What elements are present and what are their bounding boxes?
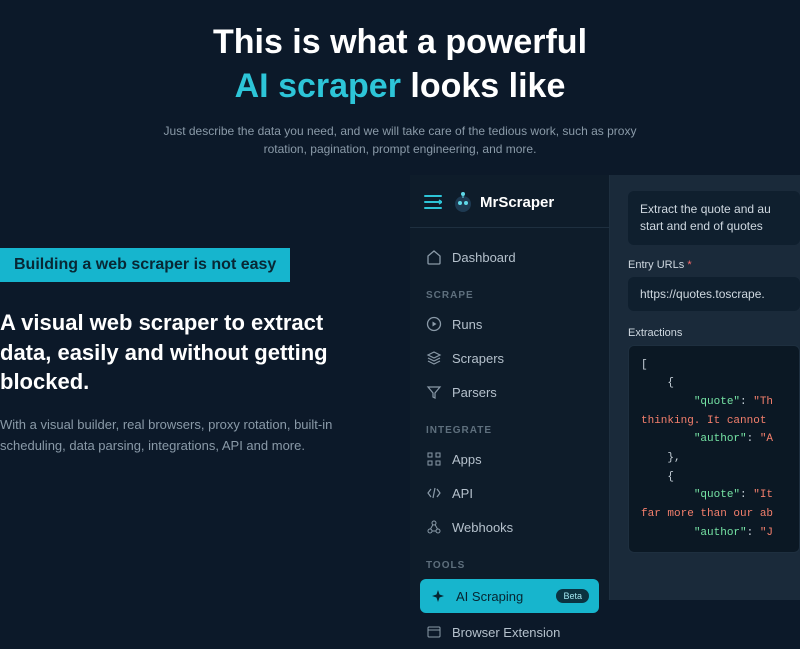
sparkle-icon <box>430 588 446 604</box>
marketing-paragraph: With a visual builder, real browsers, pr… <box>0 415 380 457</box>
marketing-left-panel: Building a web scraper is not easy A vis… <box>0 248 380 457</box>
filter-icon <box>426 384 442 400</box>
sidebar: MrScraper Dashboard SCRAPE Runs Scrapers <box>410 175 610 600</box>
sidebar-item-browser-extension[interactable]: Browser Extension <box>410 615 609 649</box>
play-circle-icon <box>426 316 442 332</box>
brand-name: MrScraper <box>480 194 554 211</box>
extractions-label: Extractions <box>628 327 800 339</box>
sidebar-item-webhooks[interactable]: Webhooks <box>410 510 609 544</box>
hero-title: This is what a powerful AI scraper looks… <box>0 0 800 108</box>
sidebar-item-scrapers[interactable]: Scrapers <box>410 341 609 375</box>
beta-badge: Beta <box>556 589 589 603</box>
sidebar-item-parsers[interactable]: Parsers <box>410 375 609 409</box>
marketing-heading: A visual web scraper to extract data, ea… <box>0 308 380 397</box>
sidebar-item-ai-scraping[interactable]: AI Scraping Beta <box>420 579 599 613</box>
sidebar-item-dashboard[interactable]: Dashboard <box>410 240 609 274</box>
sidebar-item-runs[interactable]: Runs <box>410 307 609 341</box>
hero-line2-tail: looks like <box>401 67 565 105</box>
sidebar-section-tools: TOOLS <box>410 544 609 577</box>
browser-icon <box>426 624 442 640</box>
sidebar-item-label: Runs <box>452 317 482 332</box>
code-icon <box>426 485 442 501</box>
brand-row: MrScraper <box>410 185 609 228</box>
menu-toggle-icon[interactable] <box>424 195 442 209</box>
sidebar-item-label: Browser Extension <box>452 625 560 640</box>
robot-icon <box>452 191 474 213</box>
brand-logo: MrScraper <box>452 191 554 213</box>
sidebar-item-label: API <box>452 486 473 501</box>
extractions-code: [ { "quote": "Th thinking. It cannot "au… <box>628 345 800 554</box>
app-window: MrScraper Dashboard SCRAPE Runs Scrapers <box>410 175 800 600</box>
sidebar-section-scrape: SCRAPE <box>410 274 609 307</box>
sidebar-item-label: Parsers <box>452 385 497 400</box>
sidebar-item-apps[interactable]: Apps <box>410 442 609 476</box>
prompt-field[interactable]: Extract the quote and au start and end o… <box>628 191 800 245</box>
detail-pane: Extract the quote and au start and end o… <box>610 175 800 600</box>
hero-line1: This is what a powerful <box>213 23 587 61</box>
sidebar-section-integrate: INTEGRATE <box>410 409 609 442</box>
sidebar-item-label: Dashboard <box>452 250 516 265</box>
sidebar-item-label: Apps <box>452 452 482 467</box>
grid-icon <box>426 451 442 467</box>
hero-subheading: Just describe the data you need, and we … <box>160 122 640 158</box>
sidebar-item-label: Webhooks <box>452 520 513 535</box>
webhook-icon <box>426 519 442 535</box>
sidebar-item-label: AI Scraping <box>456 589 523 604</box>
entry-urls-label: Entry URLs * <box>628 259 800 271</box>
sidebar-item-api[interactable]: API <box>410 476 609 510</box>
entry-url-input[interactable]: https://quotes.toscrape. <box>628 277 800 311</box>
hero-highlight: AI scraper <box>235 67 401 105</box>
layers-icon <box>426 350 442 366</box>
tagline-badge: Building a web scraper is not easy <box>0 248 290 282</box>
sidebar-item-label: Scrapers <box>452 351 504 366</box>
home-icon <box>426 249 442 265</box>
